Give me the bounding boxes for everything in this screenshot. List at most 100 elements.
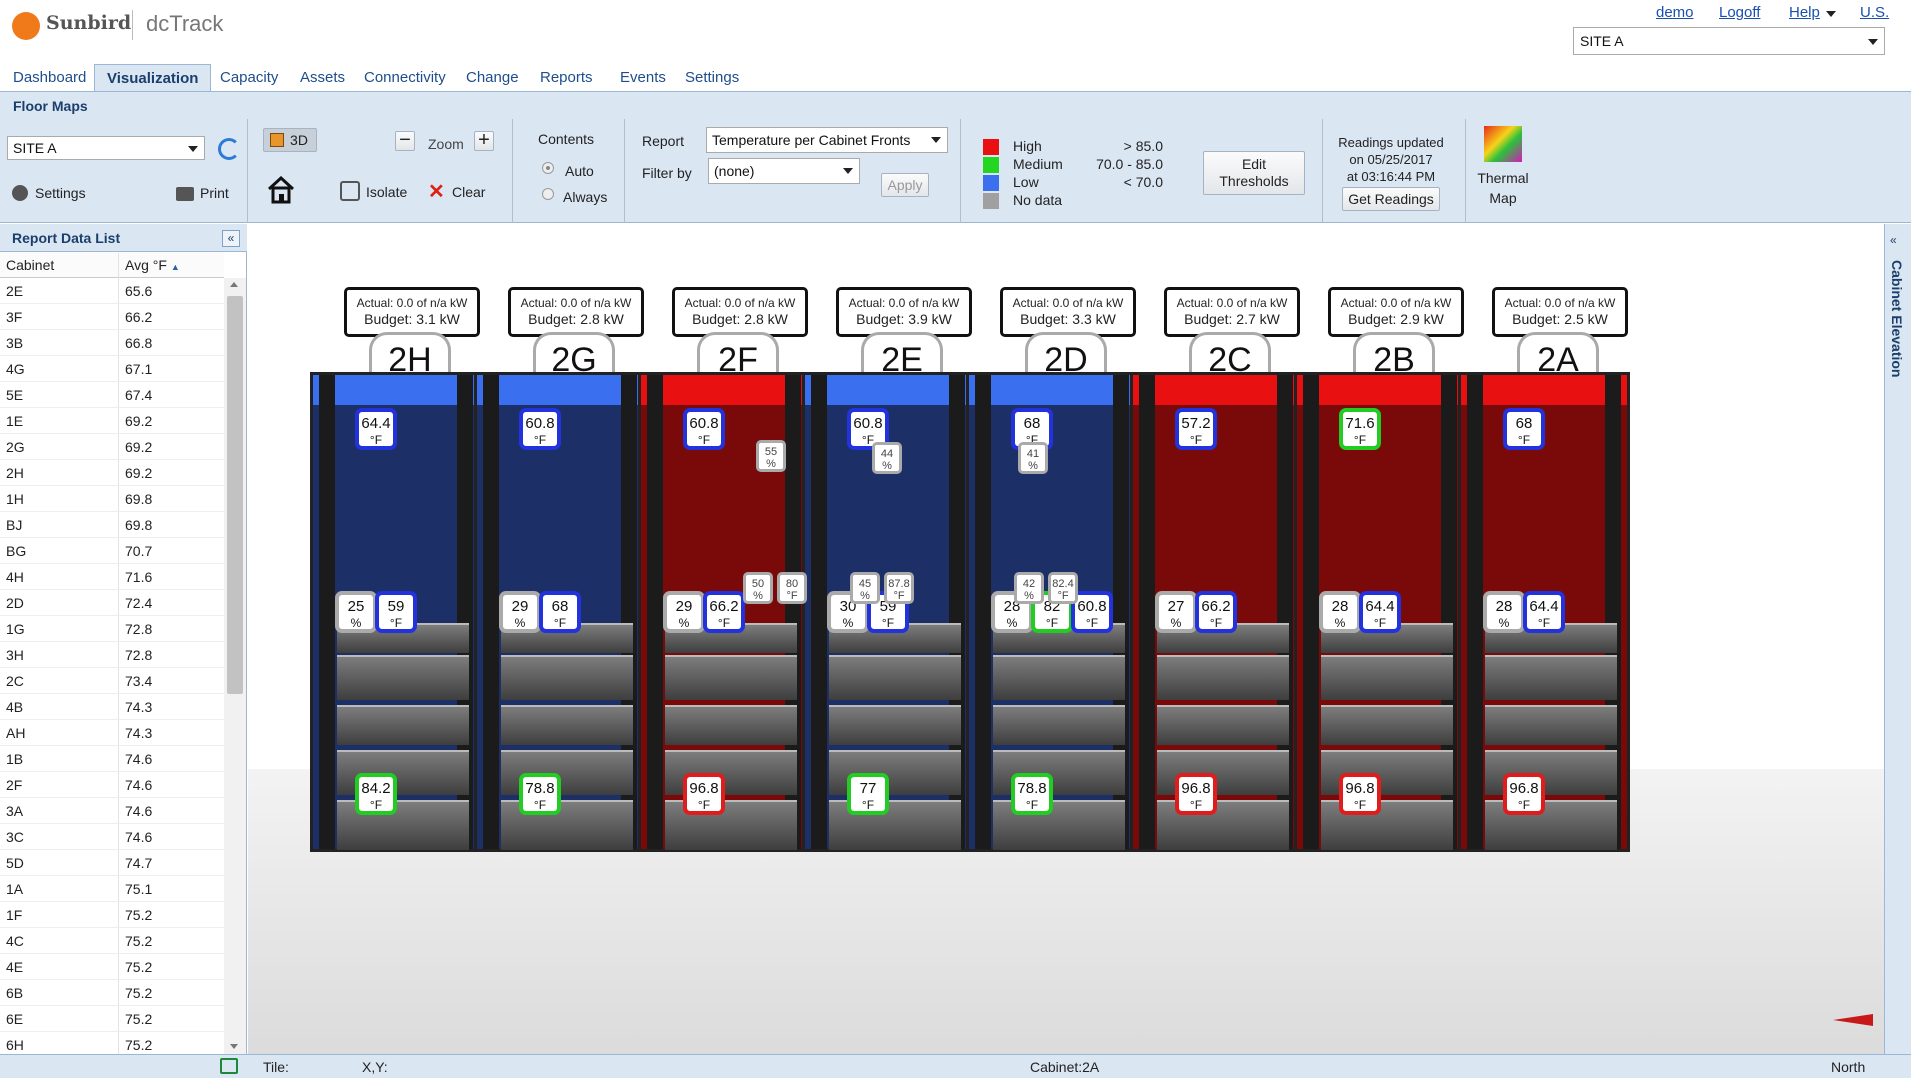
sensor-reading-tag[interactable]: 28%	[1319, 591, 1361, 633]
small-sensor-tag[interactable]: 80 °F	[777, 572, 807, 604]
table-row[interactable]: 1E 69.2	[0, 408, 224, 434]
table-row[interactable]: 3B 66.8	[0, 330, 224, 356]
small-sensor-tag[interactable]: 45%	[850, 572, 880, 604]
get-readings-button[interactable]: Get Readings	[1342, 187, 1440, 211]
table-row[interactable]: 2H 69.2	[0, 460, 224, 486]
table-row[interactable]: 1F 75.2	[0, 902, 224, 928]
help-dropdown-icon[interactable]	[1826, 11, 1836, 17]
zoom-in-button[interactable]: +	[474, 130, 494, 151]
filter-selector[interactable]: (none)	[708, 158, 860, 184]
rack-equipment[interactable]	[1321, 705, 1453, 745]
rack-equipment[interactable]	[501, 705, 633, 745]
sensor-reading-tag[interactable]: 96.8 °F	[1339, 773, 1381, 815]
sensor-reading-tag[interactable]: 71.6 °F	[1339, 408, 1381, 450]
table-row[interactable]: 4C 75.2	[0, 928, 224, 954]
tab-change[interactable]: Change	[454, 64, 531, 91]
cabinet-column-header[interactable]: Cabinet	[6, 257, 54, 273]
table-row[interactable]: 3A 74.6	[0, 798, 224, 824]
small-sensor-tag[interactable]: 42%	[1014, 572, 1044, 604]
zoom-out-button[interactable]: −	[395, 130, 415, 151]
auto-radio[interactable]	[542, 162, 554, 174]
scrollbar-thumb[interactable]	[227, 296, 243, 694]
sensor-reading-tag[interactable]: 60.8 °F	[683, 408, 725, 450]
table-row[interactable]: BJ 69.8	[0, 512, 224, 538]
always-radio[interactable]	[542, 188, 554, 200]
sensor-reading-tag[interactable]: 25%	[335, 591, 377, 633]
export-icon[interactable]	[220, 1058, 238, 1074]
rack-equipment[interactable]	[501, 655, 633, 700]
rack-equipment[interactable]	[1485, 705, 1617, 745]
table-row[interactable]: 1B 74.6	[0, 746, 224, 772]
rack-equipment[interactable]	[665, 655, 797, 700]
table-row[interactable]: 2F 74.6	[0, 772, 224, 798]
help-link[interactable]: Help	[1789, 4, 1820, 21]
sensor-reading-tag[interactable]: 29%	[663, 591, 705, 633]
table-row[interactable]: 2C 73.4	[0, 668, 224, 694]
table-row[interactable]: 3F 66.2	[0, 304, 224, 330]
table-row[interactable]: 4H 71.6	[0, 564, 224, 590]
sensor-reading-tag[interactable]: 28%	[1483, 591, 1525, 633]
report-selector[interactable]: Temperature per Cabinet Fronts	[706, 127, 948, 153]
sensor-reading-tag[interactable]: 96.8 °F	[683, 773, 725, 815]
small-sensor-tag[interactable]: 87.8 °F	[884, 572, 914, 604]
table-row[interactable]: 1G 72.8	[0, 616, 224, 642]
sensor-reading-tag[interactable]: 68 °F	[539, 591, 581, 633]
sensor-reading-tag[interactable]: 96.8 °F	[1175, 773, 1217, 815]
table-row[interactable]: 4G 67.1	[0, 356, 224, 382]
table-row[interactable]: BG 70.7	[0, 538, 224, 564]
rack-equipment[interactable]	[1485, 655, 1617, 700]
sensor-reading-tag[interactable]: 96.8 °F	[1503, 773, 1545, 815]
rack-equipment[interactable]	[1157, 705, 1289, 745]
expand-right-icon[interactable]: «	[1890, 233, 1897, 247]
sensor-reading-tag[interactable]: 29%	[499, 591, 541, 633]
isolate-button[interactable]: Isolate	[366, 184, 407, 200]
refresh-icon[interactable]	[218, 138, 240, 160]
tab-connectivity[interactable]: Connectivity	[352, 64, 458, 91]
rack-equipment[interactable]	[665, 705, 797, 745]
cabinet-elevation-strip[interactable]: « Cabinet Elevation	[1884, 224, 1911, 1054]
avg-temp-column-header[interactable]: Avg °F ▲	[125, 257, 180, 273]
small-sensor-tag[interactable]: 41%	[1018, 442, 1048, 474]
rack-equipment[interactable]	[993, 705, 1125, 745]
table-row[interactable]: 6E 75.2	[0, 1006, 224, 1032]
sensor-reading-tag[interactable]: 60.8 °F	[519, 408, 561, 450]
user-link[interactable]: demo	[1656, 4, 1694, 21]
sensor-reading-tag[interactable]: 68 °F	[1503, 408, 1545, 450]
toolbar-site-selector[interactable]: SITE A	[7, 136, 205, 160]
sensor-reading-tag[interactable]: 78.8 °F	[519, 773, 561, 815]
scroll-down-icon[interactable]	[230, 1044, 238, 1049]
table-row[interactable]: 5E 67.4	[0, 382, 224, 408]
sensor-reading-tag[interactable]: 64.4 °F	[355, 408, 397, 450]
sensor-reading-tag[interactable]: 64.4 °F	[1523, 591, 1565, 633]
sensor-reading-tag[interactable]: 77 °F	[847, 773, 889, 815]
table-row[interactable]: 4B 74.3	[0, 694, 224, 720]
table-row[interactable]: 3H 72.8	[0, 642, 224, 668]
locale-link[interactable]: U.S.	[1860, 4, 1889, 21]
settings-button[interactable]: Settings	[35, 185, 86, 201]
small-sensor-tag[interactable]: 50%	[743, 572, 773, 604]
logoff-link[interactable]: Logoff	[1719, 4, 1760, 21]
rack-equipment[interactable]	[829, 705, 961, 745]
small-sensor-tag[interactable]: 82.4 °F	[1048, 572, 1078, 604]
sensor-reading-tag[interactable]: 78.8 °F	[1011, 773, 1053, 815]
table-row[interactable]: 2D 72.4	[0, 590, 224, 616]
tab-visualization[interactable]: Visualization	[94, 64, 212, 91]
table-row[interactable]: AH 74.3	[0, 720, 224, 746]
table-row[interactable]: 1H 69.8	[0, 486, 224, 512]
scroll-up-icon[interactable]	[230, 282, 238, 287]
clear-button[interactable]: Clear	[452, 184, 485, 200]
rack-equipment[interactable]	[337, 655, 469, 700]
table-row[interactable]: 1A 75.1	[0, 876, 224, 902]
small-sensor-tag[interactable]: 44%	[872, 442, 902, 474]
data-list-scrollbar[interactable]	[224, 278, 246, 1054]
sensor-reading-tag[interactable]: 27%	[1155, 591, 1197, 633]
small-sensor-tag[interactable]: 55%	[756, 440, 786, 472]
thermal-map-icon[interactable]	[1484, 126, 1522, 162]
3d-floor-viewport[interactable]: Actual: 0.0 of n/a kW Budget: 3.1 kW 2H 64.…	[248, 224, 1884, 1054]
sensor-reading-tag[interactable]: 66.2 °F	[703, 591, 745, 633]
sensor-reading-tag[interactable]: 66.2 °F	[1195, 591, 1237, 633]
rack-equipment[interactable]	[1157, 655, 1289, 700]
rack-equipment[interactable]	[993, 655, 1125, 700]
tab-capacity[interactable]: Capacity	[208, 64, 290, 91]
tab-settings[interactable]: Settings	[673, 64, 751, 91]
